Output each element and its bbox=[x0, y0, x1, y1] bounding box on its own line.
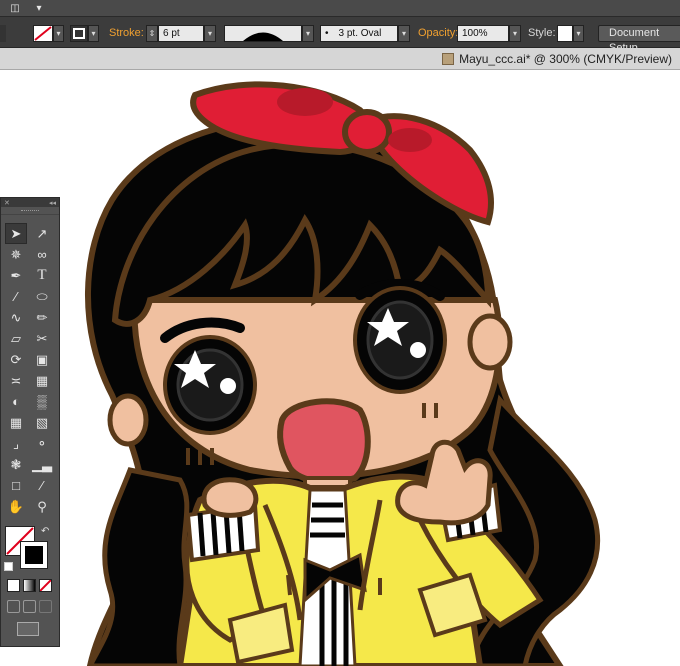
blend-tool-icon[interactable]: ⚬ bbox=[31, 433, 53, 454]
bow-shade-right bbox=[388, 128, 432, 152]
tools-panel-header[interactable]: ✕ ◂◂ bbox=[1, 198, 59, 207]
rotate-tool-icon[interactable]: ⟳ bbox=[5, 349, 27, 370]
brush-dropdown[interactable]: ▾ bbox=[398, 25, 410, 42]
stroke-label: Stroke: bbox=[109, 27, 144, 39]
warp-tool-icon[interactable]: ≍ bbox=[5, 370, 27, 391]
gradient-mode-button[interactable] bbox=[23, 579, 36, 592]
opacity-dropdown[interactable]: ▾ bbox=[509, 25, 521, 42]
style-dropdown[interactable]: ▾ bbox=[573, 25, 584, 42]
swap-colors-icon[interactable]: ↶ bbox=[41, 526, 49, 537]
close-panel-icon[interactable]: ✕ bbox=[4, 199, 10, 207]
direct-selection-tool-icon[interactable]: ↗ bbox=[31, 223, 53, 244]
column-graph-tool-icon[interactable]: ▁▃ bbox=[31, 454, 53, 475]
ellipse-tool-icon[interactable]: ⬭ bbox=[31, 286, 53, 307]
bow-shade-left bbox=[277, 88, 333, 116]
style-label: Style: bbox=[528, 27, 556, 39]
opacity-label[interactable]: Opacity: bbox=[418, 25, 458, 42]
document-setup-button[interactable]: Document Setup bbox=[598, 25, 680, 54]
eyedropper-tool-icon[interactable]: ⌟ bbox=[5, 433, 27, 454]
variable-width-profile[interactable] bbox=[224, 25, 302, 42]
fill-dropdown[interactable]: ▾ bbox=[53, 25, 64, 42]
stroke-weight-input[interactable]: 6 pt bbox=[158, 25, 204, 42]
artboard-canvas[interactable] bbox=[0, 70, 680, 666]
mouth bbox=[277, 398, 371, 486]
tools-panel: ✕ ◂◂ ➤ ↗ ✵ ∞ ✒ T ∕ ⬭ ∿ ✏ ▱ ✂ ⟳ ▣ ≍ ▦ ◐ ▒… bbox=[0, 197, 60, 647]
zoom-tool-icon[interactable]: ⚲ bbox=[31, 496, 53, 517]
brush-definition-label: 3 pt. Oval bbox=[338, 28, 382, 39]
none-mode-button[interactable] bbox=[39, 579, 52, 592]
pencil-tool-icon[interactable]: ✏ bbox=[31, 307, 53, 328]
brush-definition-field[interactable]: • 3 pt. Oval bbox=[320, 25, 398, 42]
ai-document-icon bbox=[442, 53, 455, 65]
profile-dropdown[interactable]: ▾ bbox=[302, 25, 314, 42]
stroke-dropdown[interactable]: ▾ bbox=[88, 25, 99, 42]
magic-wand-tool-icon[interactable]: ✵ bbox=[5, 244, 27, 265]
color-mode-button[interactable] bbox=[7, 579, 20, 592]
right-eye-sparkle bbox=[410, 342, 426, 358]
gradient-tool-icon[interactable]: ▧ bbox=[31, 412, 53, 433]
draw-behind-button[interactable] bbox=[23, 600, 36, 613]
control-bar: ▾ ▾ Stroke: ⇕ 6 pt ▾ ▾ • 3 pt. Oval ▾ Op… bbox=[0, 16, 680, 54]
draw-inside-button[interactable] bbox=[39, 600, 52, 613]
scissors-tool-icon[interactable]: ✂ bbox=[31, 328, 53, 349]
left-ear bbox=[107, 393, 149, 447]
graph-tool-icon[interactable]: ▒ bbox=[31, 391, 53, 412]
stroke-color-swatch[interactable] bbox=[20, 541, 48, 569]
scale-tool-icon[interactable]: ▣ bbox=[31, 349, 53, 370]
brush-dot-icon: • bbox=[325, 28, 329, 39]
pen-tool-icon[interactable]: ✒ bbox=[5, 265, 27, 286]
stroke-box-icon bbox=[73, 28, 85, 39]
left-eye-sparkle bbox=[220, 378, 236, 394]
symbol-sprayer-tool-icon[interactable]: ❃ bbox=[5, 454, 27, 475]
fill-swatch[interactable] bbox=[33, 25, 53, 42]
shape-builder-tool-icon[interactable]: ◐ bbox=[5, 391, 27, 412]
default-colors-icon[interactable] bbox=[4, 562, 13, 571]
none-swatch-icon bbox=[34, 26, 52, 41]
free-transform-tool-icon[interactable]: ▦ bbox=[31, 370, 53, 391]
opacity-input[interactable]: 100% bbox=[457, 25, 509, 42]
draw-normal-button[interactable] bbox=[7, 600, 20, 613]
top-mini-strip: ◫ ▾ bbox=[0, 0, 680, 16]
document-tab-bar: Mayu_ccc.ai* @ 300% (CMYK/Preview) bbox=[0, 48, 680, 70]
arrange-documents-icon[interactable]: ◫ bbox=[4, 1, 26, 15]
tools-panel-grip[interactable] bbox=[1, 207, 59, 215]
hair-left-waves bbox=[87, 467, 190, 666]
document-tab[interactable]: Mayu_ccc.ai* @ 300% (CMYK/Preview) bbox=[442, 52, 672, 66]
type-tool-icon[interactable]: T bbox=[31, 265, 53, 286]
left-hand bbox=[201, 477, 259, 518]
blob-brush-tool-icon[interactable]: ▱ bbox=[5, 328, 27, 349]
width-profile-icon bbox=[243, 32, 283, 41]
stroke-swatch[interactable] bbox=[70, 25, 88, 42]
none-mode-icon bbox=[39, 579, 52, 592]
character-artwork[interactable] bbox=[0, 70, 680, 666]
selection-tool-icon[interactable]: ➤ bbox=[5, 223, 27, 244]
paintbrush-tool-icon[interactable]: ∿ bbox=[5, 307, 27, 328]
stroke-weight-stepper[interactable]: ⇕ bbox=[146, 25, 158, 42]
artboard-tool-icon[interactable]: □ bbox=[5, 475, 27, 496]
mesh-tool-icon[interactable]: ▦ bbox=[5, 412, 27, 433]
bow-knot bbox=[342, 109, 392, 155]
jacket-pocket-mark-1 bbox=[286, 574, 292, 596]
control-bar-edge bbox=[0, 25, 6, 42]
graphic-style-swatch[interactable] bbox=[557, 25, 573, 42]
line-segment-tool-icon[interactable]: ∕ bbox=[5, 286, 27, 307]
document-tab-title: Mayu_ccc.ai* @ 300% (CMYK/Preview) bbox=[459, 52, 672, 66]
slice-tool-icon[interactable]: ∕ bbox=[31, 475, 53, 496]
workspace-dropdown-icon[interactable]: ▾ bbox=[28, 1, 50, 15]
stroke-weight-dropdown[interactable]: ▾ bbox=[204, 25, 216, 42]
lasso-tool-icon[interactable]: ∞ bbox=[31, 244, 53, 265]
screen-mode-button[interactable] bbox=[17, 622, 39, 636]
collapse-panel-icon[interactable]: ◂◂ bbox=[49, 199, 56, 207]
right-ear bbox=[467, 313, 513, 371]
hand-tool-icon[interactable]: ✋ bbox=[5, 496, 27, 517]
